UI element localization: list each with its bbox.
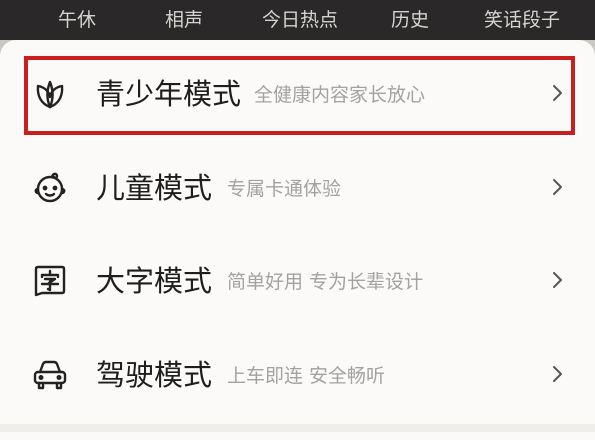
category-tab-history[interactable]: 历史	[391, 7, 429, 33]
large-text-icon	[30, 261, 70, 301]
driving-mode-description: 上车即连 安全畅听	[227, 365, 386, 387]
teen-mode-row[interactable]: 青少年模式 全健康内容家长放心	[0, 48, 595, 140]
car-icon	[30, 355, 70, 395]
child-mode-title: 儿童模式	[96, 171, 213, 205]
driving-mode-title: 驾驶模式	[96, 358, 213, 392]
chevron-right-icon	[543, 78, 573, 108]
teen-mode-title: 青少年模式	[96, 77, 242, 111]
large-text-mode-description: 简单好用 专为长辈设计	[227, 271, 424, 293]
chevron-right-icon	[543, 265, 573, 295]
child-mode-description: 专属卡通体验	[227, 178, 342, 200]
bottom-divider	[0, 424, 595, 432]
driving-mode-row[interactable]: 驾驶模式 上车即连 安全畅听	[0, 329, 595, 421]
child-mode-row[interactable]: 儿童模式 专属卡通体验	[0, 142, 595, 234]
child-face-icon	[30, 168, 70, 208]
teen-mode-description: 全健康内容家长放心	[254, 84, 426, 106]
large-text-mode-title: 大字模式	[96, 264, 213, 298]
category-tab-today-hot[interactable]: 今日热点	[262, 7, 338, 33]
leaf-icon	[30, 74, 70, 114]
category-tab-noon-break[interactable]: 午休	[58, 7, 96, 33]
chevron-right-icon	[543, 359, 573, 389]
mode-selection-sheet: 青少年模式 全健康内容家长放心 儿童模式 专属卡通体验 大字模式 简单好用 专为…	[0, 40, 595, 440]
chevron-right-icon	[543, 172, 573, 202]
category-tab-jokes[interactable]: 笑话段子	[484, 7, 560, 33]
large-text-mode-row[interactable]: 大字模式 简单好用 专为长辈设计	[0, 235, 595, 327]
top-category-bar: 午休 相声 今日热点 历史 笑话段子	[0, 0, 595, 40]
category-tab-crosstalk[interactable]: 相声	[165, 7, 203, 33]
